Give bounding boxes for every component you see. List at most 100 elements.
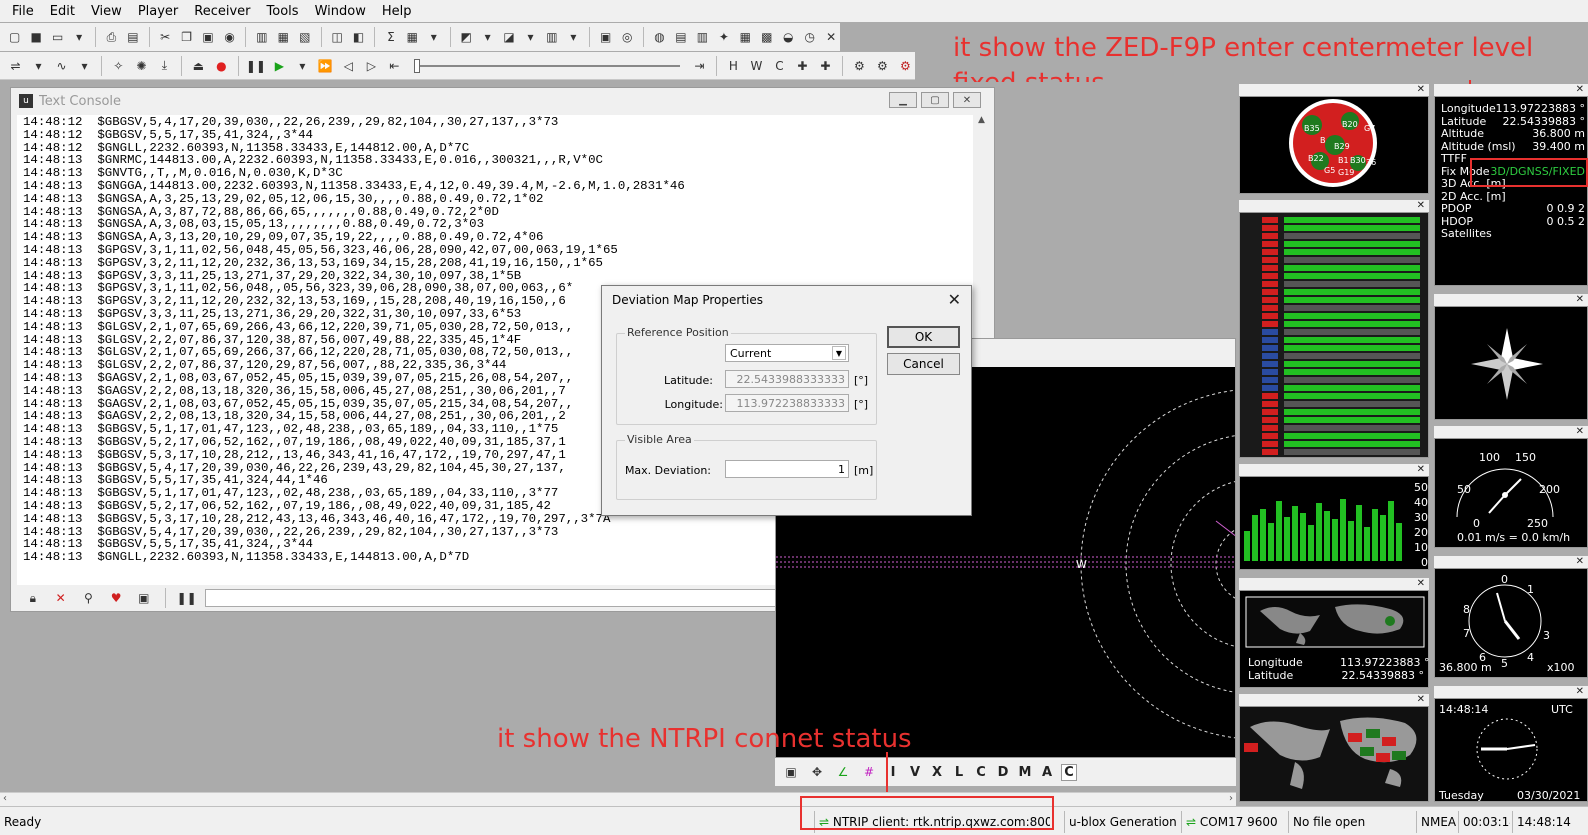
sky-view-icon[interactable]: ◍: [651, 27, 668, 47]
close-icon[interactable]: ✕: [953, 92, 981, 108]
download-icon[interactable]: ⤓: [155, 56, 174, 76]
chevron-down-icon[interactable]: ▼: [832, 346, 846, 360]
console-titlebar[interactable]: u Text Console: [11, 88, 994, 114]
toggle-c[interactable]: C: [973, 765, 989, 780]
window-tile-icon[interactable]: ◧: [350, 27, 367, 47]
rewind-icon[interactable]: ⇤: [385, 56, 404, 76]
playback-slider[interactable]: [413, 58, 680, 74]
doc-import-icon[interactable]: ▦: [275, 27, 292, 47]
open-folder-icon[interactable]: ▭: [49, 27, 66, 47]
cancel-button[interactable]: Cancel: [887, 353, 960, 375]
print-preview-icon[interactable]: ▤: [124, 27, 141, 47]
chart-view-icon[interactable]: ◩: [457, 27, 474, 47]
toggle-l[interactable]: L: [951, 765, 967, 780]
skip-end-icon[interactable]: ⇥: [690, 56, 709, 76]
lock-icon[interactable]: 🔒︎: [23, 588, 43, 608]
close-icon[interactable]: ✕: [1576, 686, 1584, 697]
baudrate-icon[interactable]: ∿: [52, 56, 71, 76]
grid-view-icon[interactable]: ▦: [404, 27, 421, 47]
toggle-c2[interactable]: C: [1061, 763, 1077, 781]
menu-player[interactable]: Player: [130, 4, 186, 19]
sum-icon[interactable]: Σ: [382, 27, 399, 47]
close-icon[interactable]: ✕: [1576, 294, 1584, 305]
move-icon[interactable]: ✥: [807, 762, 827, 782]
close-icon[interactable]: ✕: [1417, 578, 1425, 589]
menu-window[interactable]: Window: [307, 4, 374, 19]
gear-red-icon[interactable]: ⚙: [896, 56, 915, 76]
connect-icon[interactable]: ⇌: [6, 56, 25, 76]
clear-icon[interactable]: ✕: [51, 588, 71, 608]
longitude-field[interactable]: 113.972238833333: [725, 394, 849, 412]
scroll-left-icon[interactable]: ‹: [3, 793, 7, 804]
toggle-x[interactable]: X: [929, 765, 945, 780]
heart-icon[interactable]: ♥: [106, 588, 126, 608]
doc-export-icon[interactable]: ▥: [253, 27, 270, 47]
map-view-icon[interactable]: ▩: [758, 27, 775, 47]
menu-view[interactable]: View: [83, 4, 130, 19]
dropdown-arrow-icon[interactable]: ▾: [522, 27, 539, 47]
menu-receiver[interactable]: Receiver: [186, 4, 258, 19]
menu-file[interactable]: File: [4, 4, 42, 19]
toggle-a[interactable]: A: [1039, 765, 1055, 780]
marker-add-icon[interactable]: ✚: [793, 56, 812, 76]
marker-h-icon[interactable]: H: [724, 56, 743, 76]
cut-icon[interactable]: ✂: [156, 27, 173, 47]
console-command-input[interactable]: [204, 589, 777, 607]
marker-c-icon[interactable]: C: [770, 56, 789, 76]
step-forward-icon[interactable]: ▷: [362, 56, 381, 76]
copy-output-icon[interactable]: ▣: [134, 588, 154, 608]
toggle-d[interactable]: D: [995, 765, 1011, 780]
gear-icon[interactable]: ⚙: [850, 56, 869, 76]
dropdown-arrow-icon[interactable]: ▾: [29, 56, 48, 76]
deviation-view-icon[interactable]: ✕: [822, 27, 839, 47]
dropdown-arrow-icon[interactable]: ▾: [565, 27, 582, 47]
step-back-icon[interactable]: ◁: [339, 56, 358, 76]
marker-w-icon[interactable]: W: [747, 56, 766, 76]
bar-chart-icon[interactable]: ▥: [543, 27, 560, 47]
dropdown-arrow-icon[interactable]: ▾: [70, 27, 87, 47]
close-icon[interactable]: ✕: [1417, 200, 1425, 211]
line-chart-icon[interactable]: ◪: [500, 27, 517, 47]
dropdown-arrow-icon[interactable]: ▾: [479, 27, 496, 47]
clock-view-icon[interactable]: ◷: [801, 27, 818, 47]
database-icon[interactable]: ◉: [221, 27, 238, 47]
fast-forward-icon[interactable]: ⏩: [316, 56, 335, 76]
ok-button[interactable]: OK: [887, 326, 960, 348]
maximize-icon[interactable]: ▢: [921, 92, 949, 108]
minimize-icon[interactable]: ▁: [889, 92, 917, 108]
new-file-icon[interactable]: ▢: [6, 27, 23, 47]
menu-tools[interactable]: Tools: [259, 4, 307, 19]
pause-output-icon[interactable]: ❚❚: [177, 588, 197, 608]
window-split-icon[interactable]: ◫: [328, 27, 345, 47]
close-icon[interactable]: ✕: [1576, 556, 1584, 567]
close-icon[interactable]: ✕: [1417, 84, 1425, 95]
reference-source-select[interactable]: Current ▼: [725, 344, 849, 362]
speed-view-icon[interactable]: ◒: [780, 27, 797, 47]
scroll-up-icon[interactable]: ▲: [973, 115, 990, 125]
close-icon[interactable]: ✕: [1417, 464, 1425, 475]
copy-icon[interactable]: ❐: [178, 27, 195, 47]
dropdown-arrow-icon[interactable]: ▾: [425, 27, 442, 47]
latitude-field[interactable]: 22.5433988333333: [725, 370, 849, 388]
compass-view-icon[interactable]: ✦: [715, 27, 732, 47]
menu-edit[interactable]: Edit: [42, 4, 83, 19]
play-icon[interactable]: ▶: [270, 56, 289, 76]
wand-icon[interactable]: ✧: [109, 56, 128, 76]
trace-icon[interactable]: ∠: [833, 762, 853, 782]
toggle-v[interactable]: V: [907, 765, 923, 780]
autobaud-icon[interactable]: ✺: [132, 56, 151, 76]
save-icon[interactable]: ■: [27, 27, 44, 47]
dropdown-arrow-icon[interactable]: ▾: [293, 56, 312, 76]
close-icon[interactable]: ✕: [948, 290, 961, 309]
menu-help[interactable]: Help: [374, 4, 420, 19]
close-icon[interactable]: ✕: [1576, 426, 1584, 437]
marker-add-alt-icon[interactable]: ✚: [816, 56, 835, 76]
paste-icon[interactable]: ▣: [199, 27, 216, 47]
scroll-right-icon[interactable]: ›: [1229, 793, 1233, 804]
settings-dial-icon[interactable]: ◎: [618, 27, 635, 47]
doc-settings-icon[interactable]: ▧: [296, 27, 313, 47]
slider-thumb[interactable]: [413, 58, 420, 73]
list-view-icon[interactable]: ▦: [737, 27, 754, 47]
max-deviation-field[interactable]: 1: [725, 460, 849, 478]
eject-icon[interactable]: ⏏: [189, 56, 208, 76]
